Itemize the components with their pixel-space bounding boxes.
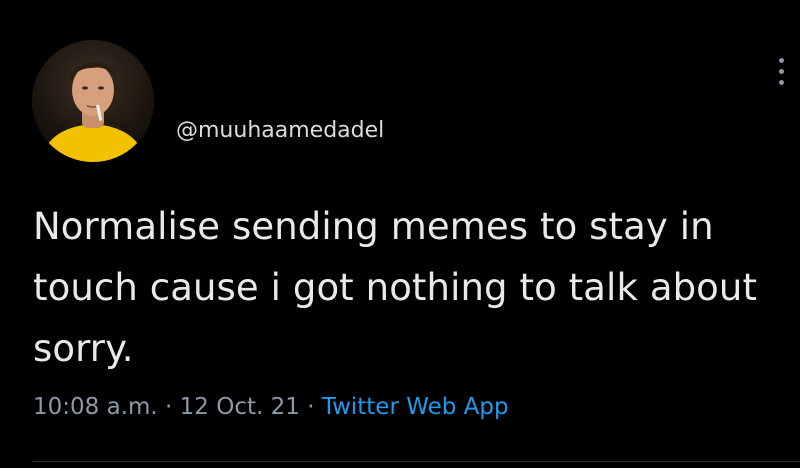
meta-separator: ·	[307, 394, 315, 420]
tweet-meta: 10:08 a.m. · 12 Oct. 21 · Twitter Web Ap…	[33, 394, 509, 420]
meta-separator: ·	[165, 394, 173, 420]
tweet-date[interactable]: 12 Oct. 21	[180, 394, 300, 420]
divider	[33, 461, 800, 462]
avatar-image	[32, 40, 154, 162]
tweet-time[interactable]: 10:08 a.m.	[33, 394, 158, 420]
tweet-text: Normalise sending memes to stay in touch…	[33, 205, 758, 370]
tweet-source-link[interactable]: Twitter Web App	[322, 394, 509, 420]
tweet: @muuhaamedadel Normalise sending memes t…	[0, 0, 800, 468]
avatar[interactable]	[32, 40, 154, 162]
user-handle[interactable]: @muuhaamedadel	[176, 118, 384, 143]
more-options-icon[interactable]	[770, 58, 792, 98]
